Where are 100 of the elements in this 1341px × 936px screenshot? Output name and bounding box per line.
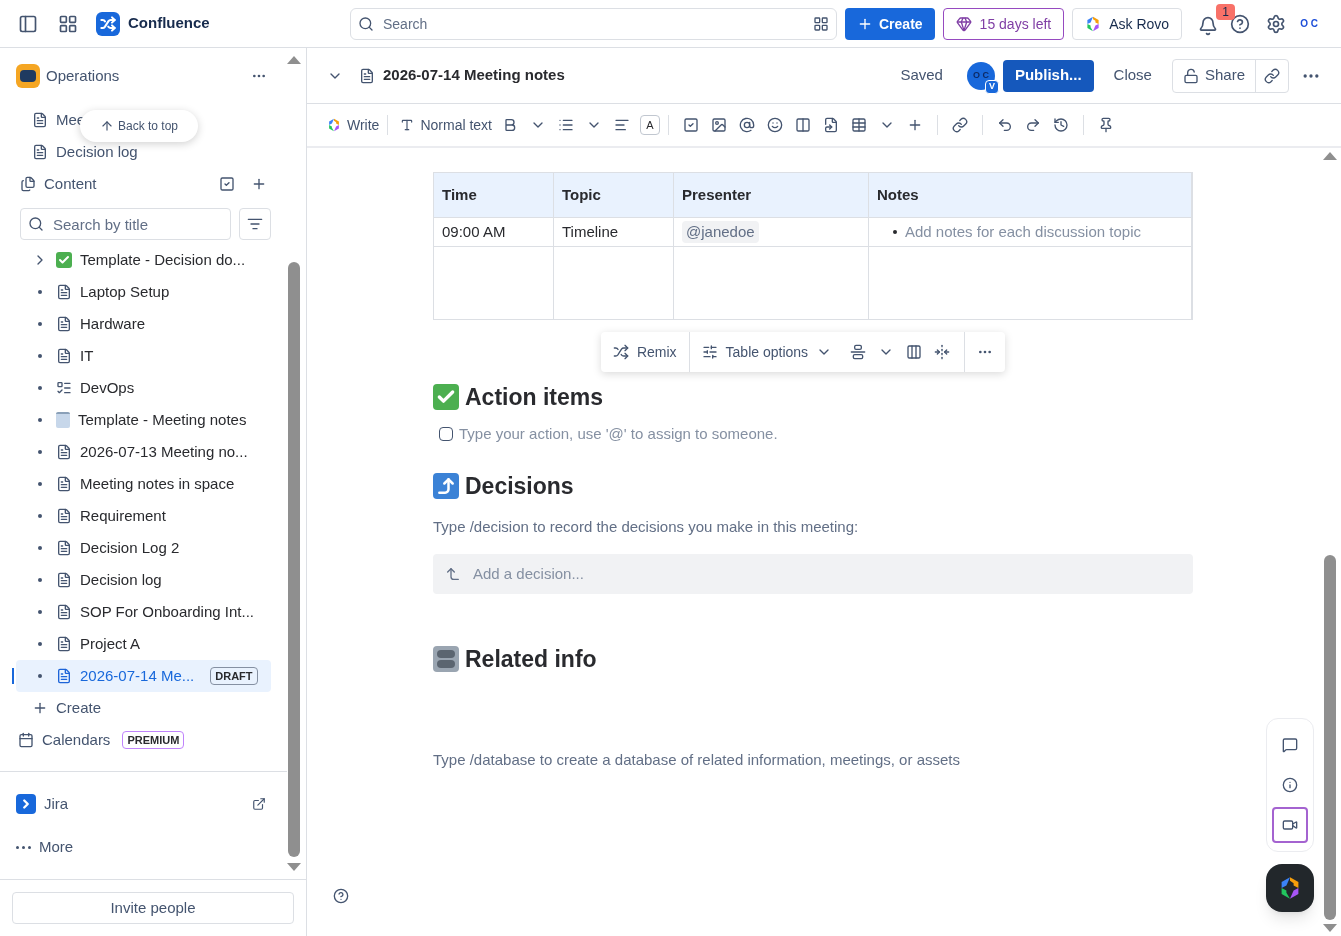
tree-item[interactable]: DevOps (16, 372, 271, 404)
page-icon (56, 476, 72, 492)
confluence-logo-icon (96, 11, 120, 36)
arrow-up-icon (100, 119, 114, 133)
table-options-dropdown[interactable]: Table options (689, 332, 845, 372)
page-icon (56, 572, 72, 588)
search-icon (28, 216, 44, 232)
status-badge: DRAFT (210, 666, 258, 686)
add-icon[interactable] (251, 176, 267, 192)
list-cursor-icon (56, 380, 72, 396)
column-header: Presenter (674, 173, 869, 217)
table-cell-text: 09:00 AM (442, 221, 506, 242)
title-search-field[interactable]: Search by title (20, 208, 231, 240)
save-status: Saved (900, 65, 943, 86)
tree-item[interactable]: SOP For Onboarding Int... (16, 596, 271, 628)
tree-item[interactable]: 2026-07-13 Meeting no... (16, 436, 271, 468)
trial-button[interactable]: 15 days left (942, 7, 1065, 40)
page-icon (56, 348, 72, 364)
premium-badge: PREMIUM (122, 730, 185, 750)
unlock-icon (1182, 67, 1199, 84)
sliders-icon (701, 344, 718, 360)
tree-item[interactable]: Hardware (16, 308, 271, 340)
pages-icon (20, 176, 36, 192)
page-icon (32, 112, 48, 128)
file-cabinet-icon (433, 646, 459, 673)
external-link-icon (252, 797, 266, 812)
checkmark-icon (56, 252, 72, 268)
tree-item[interactable]: Project A (16, 628, 271, 660)
filter-grid-icon (813, 15, 829, 32)
page-title: 2026-07-14 Meeting notes (383, 65, 565, 86)
video-icon[interactable] (1272, 807, 1308, 843)
tree-item[interactable]: Requirement (16, 500, 271, 532)
hexagon-logo-icon (327, 118, 341, 132)
sidebar-item[interactable]: Decision log (56, 140, 138, 164)
checklist-icon[interactable] (219, 176, 235, 192)
text-color-button[interactable]: A (640, 115, 660, 135)
column-header: Notes (869, 173, 1192, 217)
column-header: Topic (554, 173, 674, 217)
mention-chip[interactable]: @janedoe (682, 220, 759, 244)
page-icon (359, 67, 375, 84)
decision-placeholder: Add a decision... (473, 563, 584, 584)
tree-item[interactable]: Decision log (16, 564, 271, 596)
shuffle-icon (612, 344, 629, 360)
section-heading: Action items (465, 383, 604, 412)
tree-item[interactable]: Template - Decision do... (16, 244, 271, 276)
section-heading: Decisions (465, 472, 574, 501)
publish-button[interactable]: Publish... (1002, 59, 1094, 92)
create-button[interactable]: Create (845, 7, 935, 40)
table-cell-text: Timeline (562, 221, 619, 242)
sidebar-item[interactable]: More (39, 836, 74, 859)
section-heading: Related info (465, 645, 597, 674)
text-icon (400, 118, 415, 132)
help-icon[interactable] (333, 888, 349, 904)
table-cell-text: Add notes for each discussion topic (905, 221, 1141, 242)
sidebar-item[interactable]: Jira (44, 793, 69, 816)
diamond-icon (955, 15, 972, 32)
notifications-icon[interactable] (1198, 15, 1219, 36)
page-icon (56, 316, 72, 332)
tree-item[interactable]: Laptop Setup (16, 276, 271, 308)
instruction-text: Type /decision to record the decisions you make in this meeting: (433, 516, 860, 537)
text-style-dropdown[interactable]: Normal text (396, 111, 496, 139)
more-icon (16, 845, 31, 849)
task-checkbox[interactable] (439, 426, 453, 441)
notepad-icon (56, 412, 70, 428)
search-icon (358, 15, 374, 32)
page-icon (56, 540, 72, 556)
close-button[interactable]: Close (1101, 59, 1164, 92)
decision-arrow-icon (445, 566, 461, 582)
page-icon (56, 604, 72, 620)
arrow-up-icon (433, 473, 459, 500)
create-link[interactable]: Create (56, 696, 102, 720)
page-icon (32, 144, 48, 160)
bullet-icon (893, 230, 897, 234)
jira-logo-icon (16, 794, 36, 815)
filter-button[interactable] (239, 208, 271, 240)
sidebar-item[interactable]: Calendars (42, 728, 111, 752)
hexagon-logo-icon (1085, 15, 1102, 32)
write-button[interactable]: Write (327, 111, 380, 139)
space-name: Operations (46, 65, 120, 86)
page-icon (56, 284, 72, 300)
calendar-icon (18, 732, 34, 748)
ask-rovo-button[interactable]: Ask Rovo (1072, 7, 1183, 40)
invite-button[interactable]: Invite people (12, 892, 294, 924)
tree-item[interactable]: Template - Meeting notes (16, 404, 271, 436)
app-name: Confluence (128, 13, 210, 34)
tree-item[interactable]: Meeting notes in space (16, 468, 271, 500)
section-label: Content (44, 173, 97, 194)
page-icon (56, 636, 72, 652)
filter-icon (247, 216, 263, 232)
tree-item[interactable]: Decision Log 2 (16, 532, 271, 564)
remix-button[interactable]: Remix (600, 332, 690, 372)
search-field[interactable]: Search (350, 7, 837, 40)
wallet-icon (16, 64, 40, 88)
tree-item[interactable]: IT (16, 340, 271, 372)
add-icon (32, 700, 48, 716)
column-header: Time (434, 173, 554, 217)
page-icon (56, 444, 72, 460)
rovo-chat-button[interactable] (1266, 864, 1314, 912)
notification-count: 1 (1216, 3, 1235, 20)
checkmark-icon (433, 384, 459, 411)
